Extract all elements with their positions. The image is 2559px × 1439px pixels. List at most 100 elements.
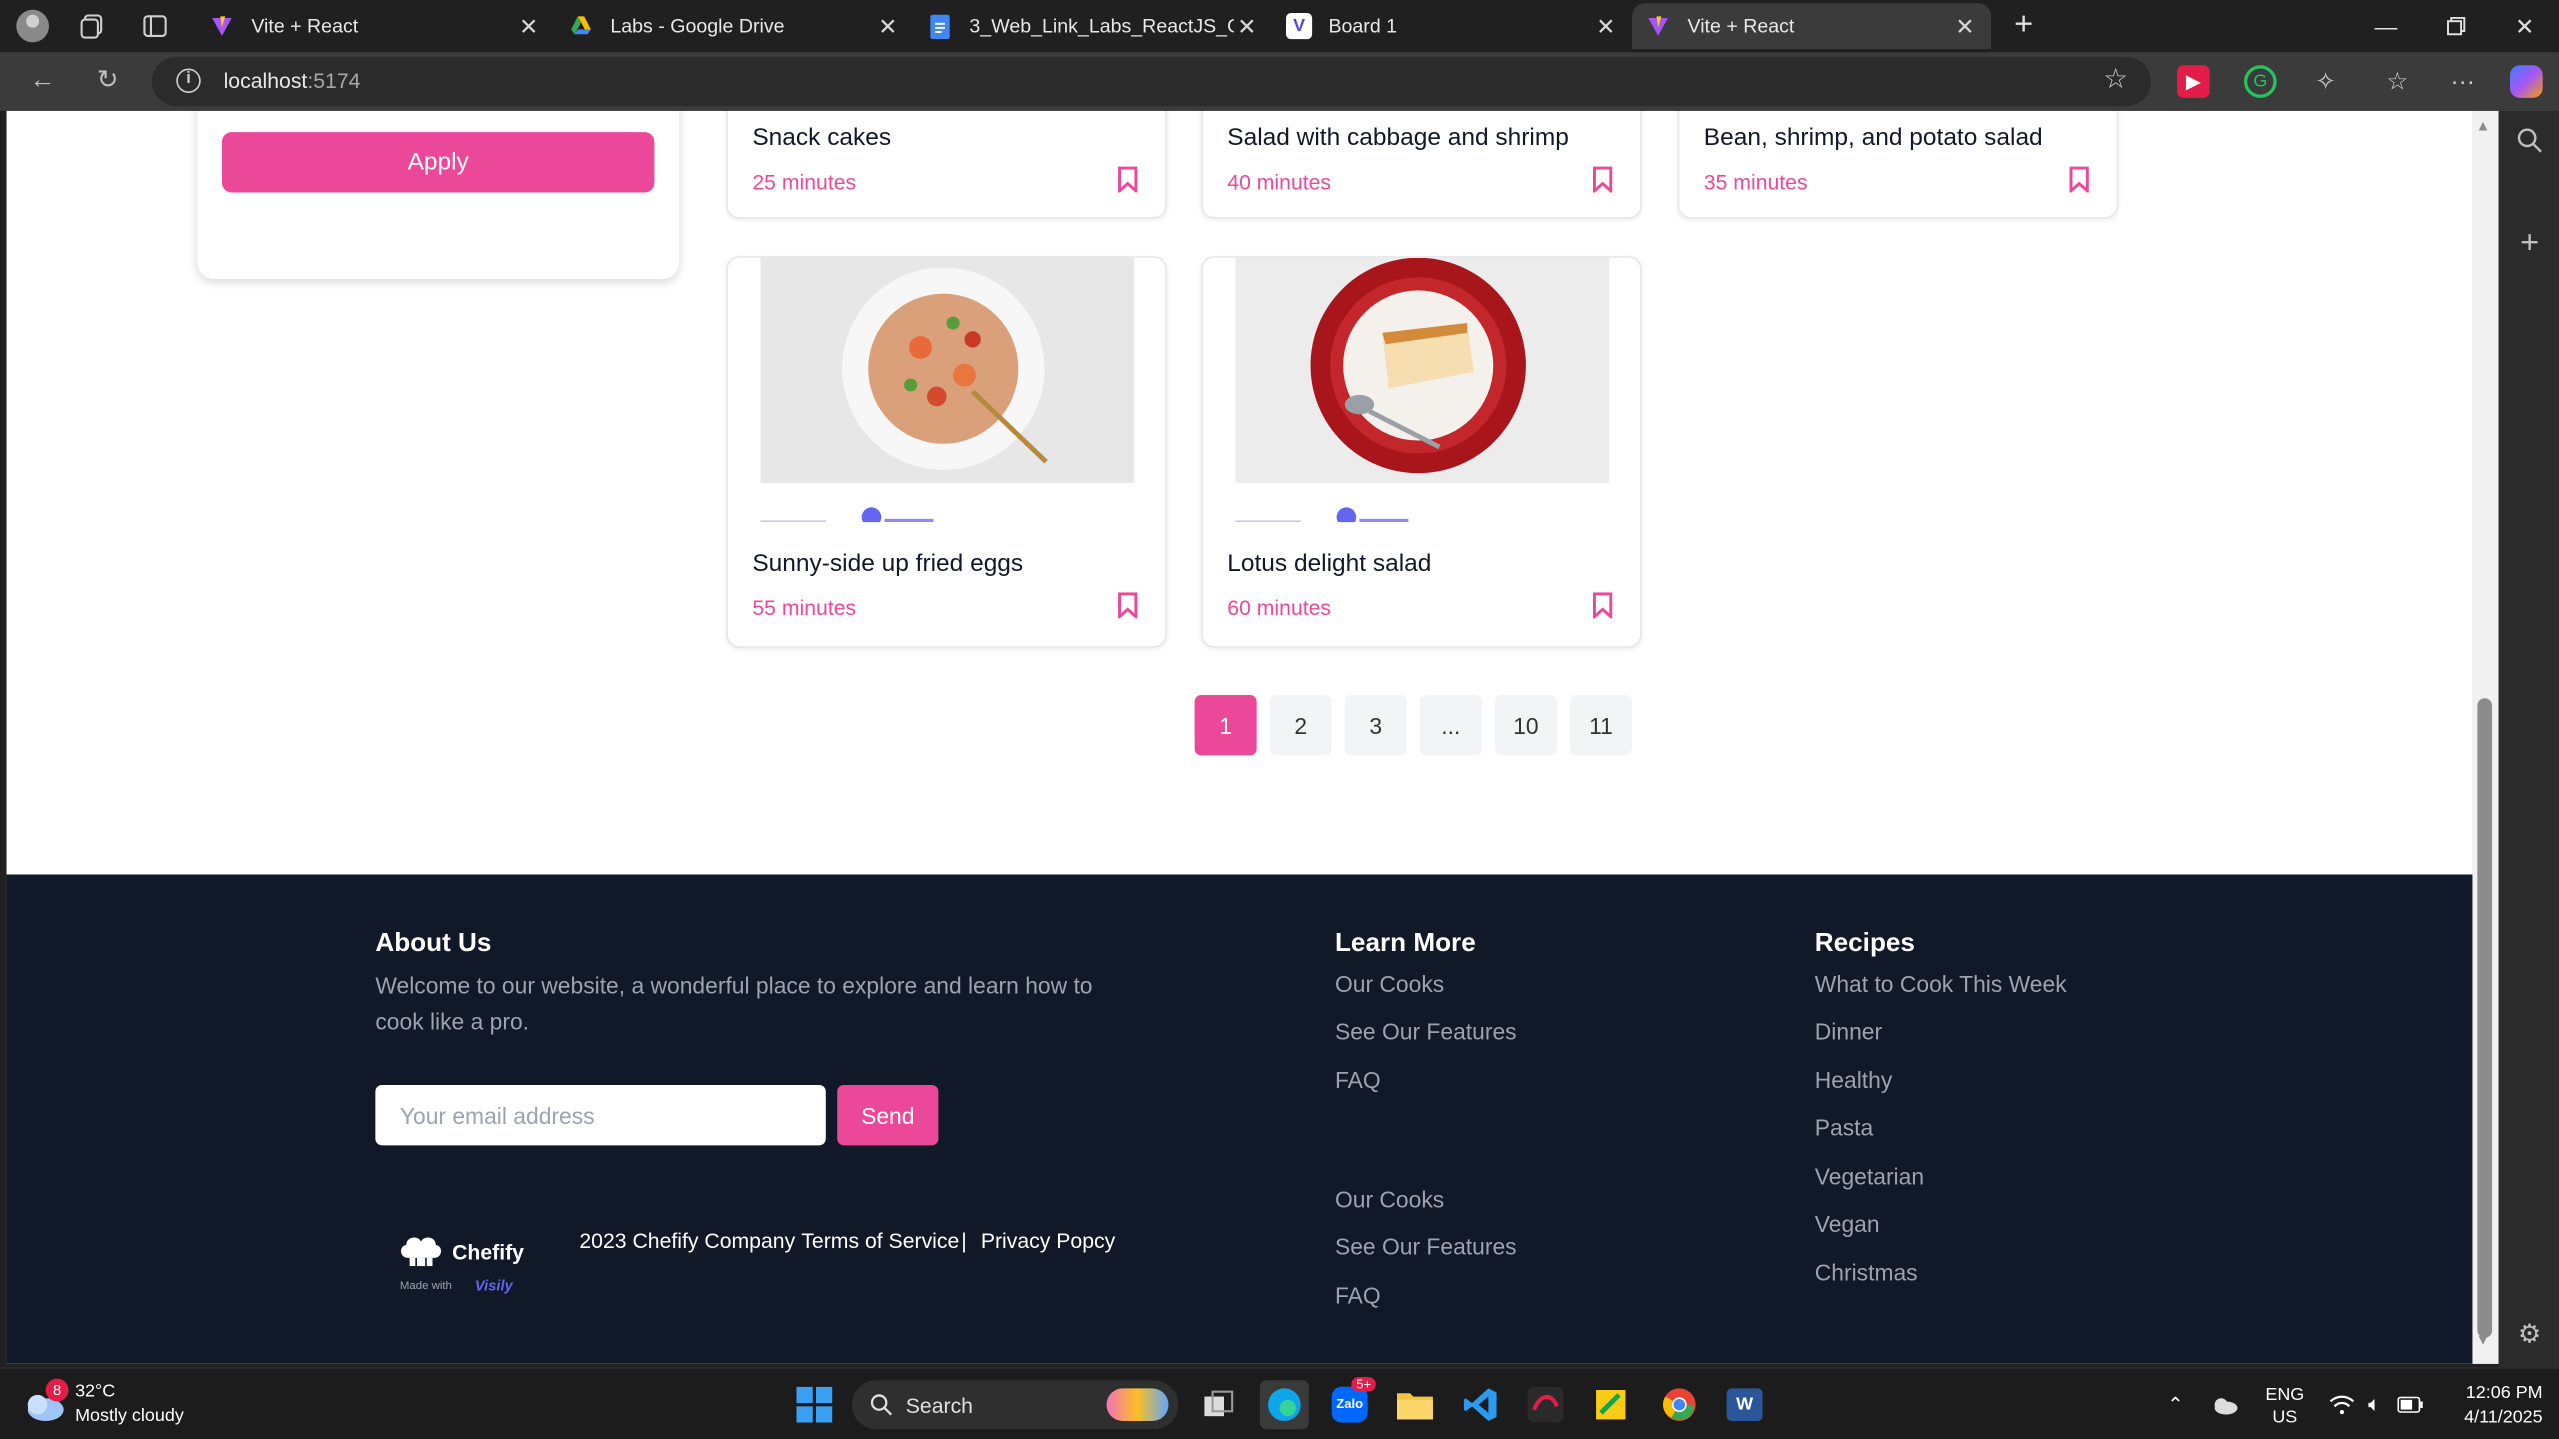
copilot-icon[interactable] (2510, 65, 2543, 98)
minimize-button[interactable]: — (2352, 0, 2421, 52)
sidebar-settings-gear-icon[interactable]: ⚙ (2513, 1318, 2546, 1351)
task-view-icon[interactable] (1195, 1380, 1244, 1429)
bookmark-icon[interactable] (1116, 166, 1139, 193)
page-scrollbar[interactable]: ▲ ▼ (2472, 110, 2499, 1364)
restore-button[interactable] (2422, 0, 2491, 52)
profile-button[interactable] (2, 0, 64, 52)
page-button-3[interactable]: 3 (1344, 695, 1407, 756)
onedrive-cloud-icon[interactable] (2200, 1380, 2249, 1429)
red-app-icon[interactable] (1521, 1380, 1570, 1429)
reload-icon[interactable]: ↻ (88, 62, 127, 101)
tab-board-1[interactable]: V Board 1 ✕ (1273, 3, 1632, 49)
vertical-tabs-icon[interactable] (124, 0, 186, 52)
recipe-card[interactable]: Lotus delight salad 60 minutes (1201, 256, 1642, 648)
address-bar[interactable]: i localhost:5174 ☆ (151, 57, 2151, 107)
footer-link-pasta[interactable]: Pasta (1815, 1114, 1873, 1140)
edge-browser-icon[interactable] (1259, 1380, 1309, 1430)
recipe-card[interactable]: Bean, shrimp, and potato salad 35 minute… (1677, 110, 2119, 219)
page-ellipsis[interactable]: ... (1419, 695, 1482, 756)
search-icon[interactable] (2513, 127, 2546, 160)
chrome-icon[interactable] (1655, 1380, 1704, 1429)
profile-avatar-icon (16, 9, 49, 43)
show-hidden-icons-chevron-icon[interactable]: ⌃ (2151, 1380, 2200, 1429)
page-button-11[interactable]: 11 (1569, 695, 1632, 756)
tab-strip: Vite + React ✕ Labs - Google Drive ✕ 3_W… (0, 0, 2559, 53)
page-button-10[interactable]: 10 (1494, 695, 1557, 756)
recipes-title: Recipes (1814, 929, 1915, 958)
footer-link-vegetarian[interactable]: Vegetarian (1815, 1163, 1924, 1189)
footer-link-faq-2[interactable]: FAQ (1335, 1282, 1381, 1308)
extensions-puzzle-icon[interactable]: ✧ (2309, 65, 2342, 98)
page-button-2[interactable]: 2 (1269, 695, 1332, 756)
site-info-icon[interactable]: i (176, 68, 201, 93)
tab-close-icon[interactable]: ✕ (1593, 12, 1619, 40)
bookmark-icon[interactable] (1591, 166, 1614, 193)
battery-icon[interactable] (2386, 1380, 2435, 1429)
extension-icon[interactable]: ▶ (2177, 65, 2210, 98)
about-text-line-2: cook like a pro. (375, 1008, 530, 1035)
filter-panel: Apply (197, 110, 679, 279)
footer-link-what-to-cook[interactable]: What to Cook This Week (1815, 971, 2067, 997)
footer-link-see-our-features-2[interactable]: See Our Features (1335, 1233, 1517, 1259)
pagination: 1 2 3 ... 10 11 (1194, 695, 1632, 756)
about-title: About Us (375, 929, 492, 958)
tab-close-icon[interactable]: ✕ (875, 12, 901, 40)
footer-link-our-cooks[interactable]: Our Cooks (1335, 971, 1444, 997)
recipe-name: Lotus delight salad (1227, 549, 1432, 578)
privacy-link[interactable]: Privacy Popcy (981, 1229, 1115, 1253)
workspaces-icon[interactable] (62, 0, 124, 52)
more-menu-icon[interactable]: ··· (2446, 65, 2479, 98)
chefify-logo[interactable]: Chefify Made with Visily (398, 1232, 548, 1304)
add-sidebar-app-icon[interactable]: + (2513, 225, 2546, 261)
tab-close-icon[interactable]: ✕ (516, 12, 542, 40)
grammarly-icon[interactable]: G (2244, 65, 2277, 98)
google-docs-icon (927, 13, 953, 39)
recipe-card[interactable]: Sunny-side up fried eggs 55 minutes (726, 256, 1167, 648)
tab-vite-react-1[interactable]: Vite + React ✕ (196, 3, 555, 49)
file-explorer-icon[interactable] (1390, 1380, 1439, 1429)
tab-close-icon[interactable]: ✕ (1952, 12, 1978, 40)
favorites-icon[interactable]: ☆ (2381, 65, 2414, 98)
footer-link-our-cooks-2[interactable]: Our Cooks (1335, 1186, 1444, 1212)
weather-badge: 8 (45, 1378, 69, 1402)
bookmark-icon[interactable] (1116, 592, 1139, 619)
footer-link-dinner[interactable]: Dinner (1815, 1018, 1882, 1044)
weather-widget[interactable]: 8 32°C Mostly cloudy (23, 1378, 219, 1431)
footer-link-vegan[interactable]: Vegan (1815, 1211, 1880, 1237)
recipe-card[interactable]: Snack cakes 25 minutes (726, 110, 1167, 219)
vite-icon (1645, 13, 1671, 39)
sticky-tool-icon[interactable] (1586, 1380, 1635, 1429)
scroll-down-arrow-icon[interactable]: ▼ (2476, 1331, 2491, 1347)
close-window-button[interactable]: ✕ (2490, 0, 2559, 52)
email-input[interactable] (375, 1084, 826, 1146)
recipe-card[interactable]: Salad with cabbage and shrimp 40 minutes (1201, 110, 1642, 219)
apply-button[interactable]: Apply (221, 132, 655, 193)
back-arrow-icon[interactable]: ← (23, 62, 62, 101)
scrollbar-thumb[interactable] (2477, 698, 2493, 1338)
send-button[interactable]: Send (837, 1084, 939, 1146)
taskbar-search[interactable]: Search (851, 1380, 1179, 1430)
language-indicator[interactable]: ENG US (2262, 1384, 2308, 1430)
new-tab-button[interactable]: + (2004, 7, 2043, 46)
windows-start-icon[interactable] (790, 1380, 839, 1429)
scroll-up-arrow-icon[interactable]: ▲ (2476, 117, 2491, 133)
favorite-star-icon[interactable]: ☆ (2103, 64, 2128, 97)
tab-google-drive[interactable]: Labs - Google Drive ✕ (555, 3, 914, 49)
learn-more-title: Learn More (1334, 929, 1476, 958)
footer-link-christmas[interactable]: Christmas (1815, 1260, 1918, 1286)
terms-link[interactable]: Terms of Service (801, 1229, 959, 1253)
footer-link-see-our-features[interactable]: See Our Features (1335, 1018, 1517, 1044)
recipe-name: Sunny-side up fried eggs (752, 549, 1024, 578)
clock[interactable]: 12:06 PM 4/11/2025 (2441, 1382, 2543, 1431)
bookmark-icon[interactable] (2068, 166, 2091, 193)
vscode-icon[interactable] (1456, 1380, 1505, 1429)
footer-link-healthy[interactable]: Healthy (1815, 1067, 1892, 1093)
bookmark-icon[interactable] (1591, 592, 1614, 619)
tab-vite-react-active[interactable]: Vite + React ✕ (1632, 3, 1992, 49)
footer-link-faq[interactable]: FAQ (1335, 1067, 1381, 1093)
page-button-1[interactable]: 1 (1194, 695, 1257, 756)
tab-google-docs[interactable]: 3_Web_Link_Labs_ReactJS_Online ✕ (914, 3, 1273, 49)
word-icon[interactable]: W (1720, 1380, 1769, 1429)
zalo-app-icon[interactable]: Zalo 5+ (1325, 1376, 1376, 1429)
tab-close-icon[interactable]: ✕ (1234, 12, 1260, 40)
